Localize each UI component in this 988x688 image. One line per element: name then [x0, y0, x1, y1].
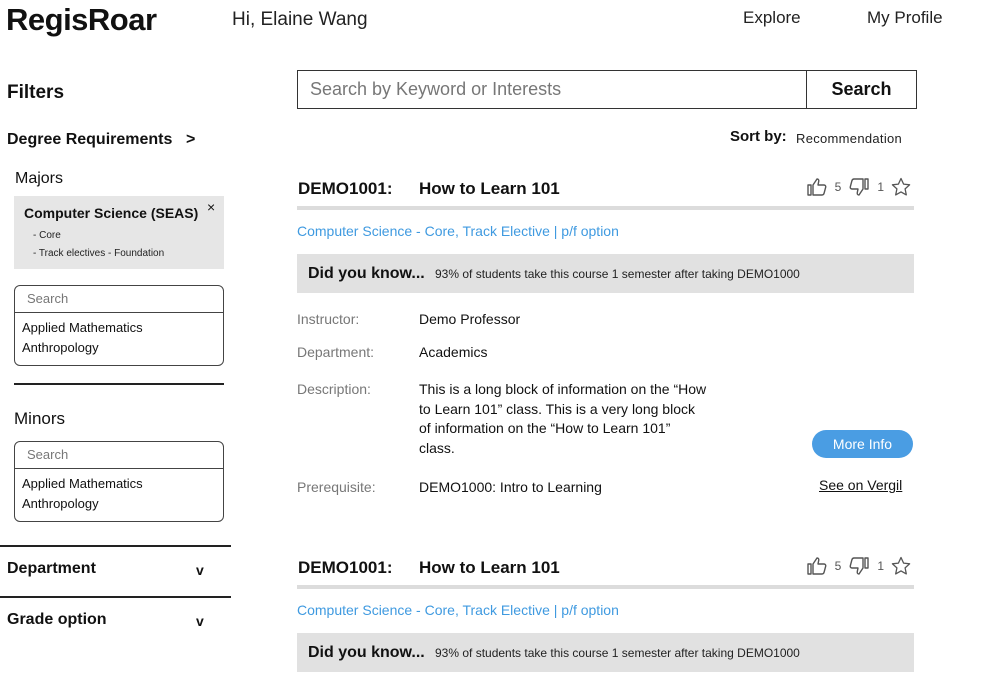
sidebar-divider: [0, 596, 231, 598]
instructor-label: Instructor:: [297, 311, 360, 327]
remove-major-close-icon[interactable]: ×: [207, 199, 215, 215]
did-you-know-label: Did you know...: [308, 265, 425, 282]
star-icon[interactable]: [891, 177, 911, 197]
description-value: This is a long block of information on t…: [419, 381, 707, 456]
minors-option-anthropology[interactable]: Anthropology: [15, 494, 223, 514]
department-chevron-down-icon[interactable]: v: [196, 562, 204, 578]
course-votes: 5 1: [806, 556, 911, 576]
likes-count: 5: [834, 180, 842, 194]
filters-title: Filters: [7, 82, 65, 103]
prerequisite-label: Prerequisite:: [297, 479, 376, 495]
minors-option-applied-mathematics[interactable]: Applied Mathematics: [15, 474, 223, 494]
majors-search-input[interactable]: Search: [15, 286, 223, 313]
course-votes: 5 1: [806, 177, 911, 197]
minors-search-input[interactable]: Search: [15, 442, 223, 469]
department-value: Academics: [419, 344, 488, 360]
sort-by-label: Sort by:: [730, 128, 787, 145]
majors-filter-box: Search Applied Mathematics Anthropology: [14, 285, 224, 366]
nav-explore-link[interactable]: Explore: [743, 8, 801, 28]
degree-requirements-expand-icon[interactable]: >: [186, 131, 195, 149]
did-you-know-text: 93% of students take this course 1 semes…: [435, 267, 800, 281]
did-you-know-banner: Did you know... 93% of students take thi…: [297, 633, 914, 672]
grade-option-chevron-down-icon[interactable]: v: [196, 613, 204, 629]
instructor-value: Demo Professor: [419, 311, 521, 327]
major-requirement-core: - Core: [33, 230, 61, 241]
course-card: DEMO1001: How to Learn 101 5 1 Computer …: [297, 556, 914, 688]
course-card: DEMO1001: How to Learn 101 5 1 Computer …: [297, 177, 914, 509]
selected-major-card: Computer Science (SEAS) × - Core - Track…: [14, 196, 224, 269]
degree-requirements-label[interactable]: Degree Requirements: [7, 131, 172, 149]
course-code: DEMO1001:: [298, 558, 393, 577]
department-filter-label[interactable]: Department: [7, 560, 96, 578]
course-title[interactable]: How to Learn 101: [419, 558, 560, 578]
course-divider: [297, 206, 914, 210]
course-tags-link[interactable]: Computer Science - Core, Track Elective …: [297, 602, 619, 618]
see-on-vergil-link[interactable]: See on Vergil: [819, 477, 902, 493]
thumbs-down-icon[interactable]: [848, 556, 870, 576]
course-tags-link[interactable]: Computer Science - Core, Track Elective …: [297, 223, 619, 239]
prerequisite-value: DEMO1000: Intro to Learning: [419, 479, 602, 495]
search-input[interactable]: [298, 71, 806, 108]
majors-option-applied-mathematics[interactable]: Applied Mathematics: [15, 318, 223, 338]
thumbs-up-icon[interactable]: [806, 177, 828, 197]
nav-my-profile-link[interactable]: My Profile: [867, 8, 943, 28]
course-code: DEMO1001:: [298, 179, 393, 198]
course-title[interactable]: How to Learn 101: [419, 179, 560, 199]
course-divider: [297, 585, 914, 589]
sort-by-select[interactable]: Recommendation: [796, 131, 902, 146]
dislikes-count: 1: [877, 559, 884, 573]
star-icon[interactable]: [891, 556, 911, 576]
minors-label: Minors: [14, 409, 66, 428]
majors-option-anthropology[interactable]: Anthropology: [15, 338, 223, 358]
thumbs-up-icon[interactable]: [806, 556, 828, 576]
search-bar: Search: [297, 70, 917, 109]
user-greeting: Hi, Elaine Wang: [232, 9, 368, 30]
majors-label: Majors: [15, 170, 64, 187]
thumbs-down-icon[interactable]: [848, 177, 870, 197]
sidebar-divider: [0, 545, 231, 547]
department-label: Department:: [297, 344, 375, 360]
sidebar-divider: [14, 383, 224, 385]
grade-option-filter-label[interactable]: Grade option: [7, 611, 107, 629]
app-logo[interactable]: RegisRoar: [6, 2, 157, 38]
selected-major-name: Computer Science (SEAS): [24, 205, 199, 221]
dislikes-count: 1: [877, 180, 884, 194]
did-you-know-label: Did you know...: [308, 644, 425, 661]
description-label: Description:: [297, 381, 371, 397]
major-requirement-track: - Track electives - Foundation: [33, 248, 165, 259]
minors-filter-box: Search Applied Mathematics Anthropology: [14, 441, 224, 522]
likes-count: 5: [834, 559, 842, 573]
more-info-button[interactable]: More Info: [812, 430, 913, 458]
did-you-know-text: 93% of students take this course 1 semes…: [435, 646, 800, 660]
did-you-know-banner: Did you know... 93% of students take thi…: [297, 254, 914, 293]
search-button[interactable]: Search: [806, 71, 916, 108]
